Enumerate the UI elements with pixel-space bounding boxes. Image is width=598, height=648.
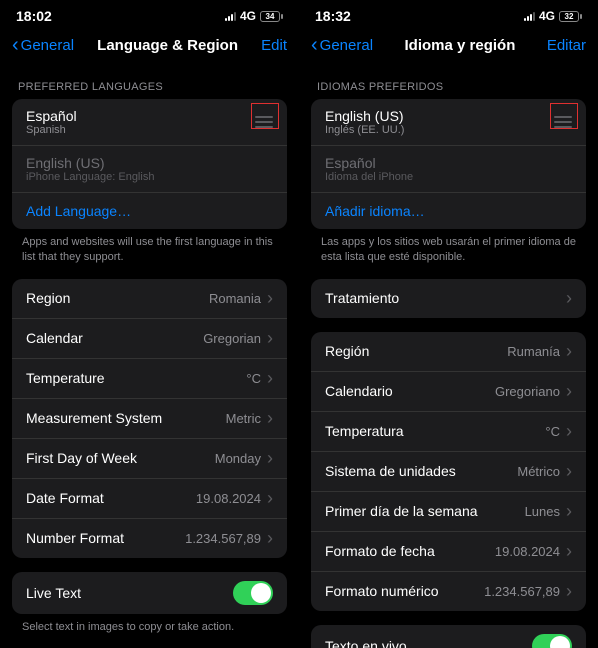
- livetext-row[interactable]: Texto en vivo: [311, 625, 586, 648]
- treatment-row[interactable]: Tratamiento›: [311, 279, 586, 318]
- status-bar: 18:02 4G 34: [0, 0, 299, 28]
- region-settings-group: RegiónRumanía› CalendarioGregoriano› Tem…: [311, 332, 586, 611]
- chevron-right-icon: ›: [267, 328, 273, 349]
- chevron-right-icon: ›: [566, 541, 572, 562]
- temperature-row[interactable]: Temperature°C›: [12, 359, 287, 399]
- chevron-right-icon: ›: [267, 368, 273, 389]
- measurement-row[interactable]: Sistema de unidadesMétrico›: [311, 452, 586, 492]
- language-name: English (US): [26, 155, 273, 171]
- language-name: English (US): [325, 108, 554, 124]
- section-header-preferred: IDIOMAS PREFERIDOS: [311, 67, 586, 99]
- chevron-right-icon: ›: [566, 288, 572, 309]
- calendar-row[interactable]: CalendarioGregoriano›: [311, 372, 586, 412]
- back-button[interactable]: ‹ General: [311, 34, 373, 57]
- back-label: General: [320, 37, 373, 54]
- livetext-toggle[interactable]: [233, 581, 273, 605]
- preferred-languages-group: Español Spanish English (US) iPhone Lang…: [12, 99, 287, 229]
- edit-button[interactable]: Editar: [547, 37, 586, 54]
- firstday-row[interactable]: First Day of WeekMonday›: [12, 439, 287, 479]
- edit-button[interactable]: Edit: [261, 37, 287, 54]
- section-header-preferred: PREFERRED LANGUAGES: [12, 67, 287, 99]
- back-button[interactable]: ‹ General: [12, 34, 74, 57]
- language-sub: Idioma del iPhone: [325, 171, 572, 183]
- preferred-footer: Apps and websites will use the first lan…: [12, 229, 287, 279]
- chevron-right-icon: ›: [566, 581, 572, 602]
- status-time: 18:32: [315, 8, 351, 24]
- chevron-right-icon: ›: [267, 488, 273, 509]
- battery-icon: 34: [260, 11, 283, 22]
- treatment-group: Tratamiento›: [311, 279, 586, 318]
- nav-bar: ‹ General Idioma y región Editar: [299, 28, 598, 67]
- chevron-right-icon: ›: [267, 528, 273, 549]
- signal-icon: [524, 11, 535, 21]
- drag-handle-icon[interactable]: [554, 116, 572, 128]
- page-title: Idioma y región: [373, 37, 547, 54]
- chevron-right-icon: ›: [566, 461, 572, 482]
- chevron-left-icon: ‹: [311, 34, 318, 57]
- chevron-right-icon: ›: [566, 381, 572, 402]
- drag-handle-icon[interactable]: [255, 116, 273, 128]
- language-row-secondary[interactable]: English (US) iPhone Language: English: [12, 146, 287, 193]
- language-row-primary[interactable]: Español Spanish: [12, 99, 287, 146]
- livetext-footer: Select text in images to copy or take ac…: [12, 614, 287, 648]
- page-title: Language & Region: [74, 37, 261, 54]
- livetext-group: Live Text: [12, 572, 287, 614]
- chevron-right-icon: ›: [566, 341, 572, 362]
- chevron-right-icon: ›: [267, 448, 273, 469]
- nav-bar: ‹ General Language & Region Edit: [0, 28, 299, 67]
- chevron-right-icon: ›: [267, 408, 273, 429]
- measurement-row[interactable]: Measurement SystemMetric›: [12, 399, 287, 439]
- language-sub: iPhone Language: English: [26, 171, 273, 183]
- language-row-primary[interactable]: English (US) Inglés (EE. UU.): [311, 99, 586, 146]
- livetext-row[interactable]: Live Text: [12, 572, 287, 614]
- calendar-row[interactable]: CalendarGregorian›: [12, 319, 287, 359]
- status-bar: 18:32 4G 32: [299, 0, 598, 28]
- dateformat-row[interactable]: Formato de fecha19.08.2024›: [311, 532, 586, 572]
- chevron-right-icon: ›: [267, 288, 273, 309]
- screen-left: 18:02 4G 34 ‹ General Language & Region …: [0, 0, 299, 648]
- language-row-secondary[interactable]: Español Idioma del iPhone: [311, 146, 586, 193]
- signal-icon: [225, 11, 236, 21]
- firstday-row[interactable]: Primer día de la semanaLunes›: [311, 492, 586, 532]
- network-label: 4G: [539, 9, 555, 23]
- dateformat-row[interactable]: Date Format19.08.2024›: [12, 479, 287, 519]
- status-indicators: 4G 32: [524, 9, 582, 23]
- status-time: 18:02: [16, 8, 52, 24]
- region-row[interactable]: RegiónRumanía›: [311, 332, 586, 372]
- content-scroll[interactable]: PREFERRED LANGUAGES Español Spanish Engl…: [0, 67, 299, 648]
- livetext-group: Texto en vivo: [311, 625, 586, 648]
- chevron-left-icon: ‹: [12, 34, 19, 57]
- temperature-row[interactable]: Temperatura°C›: [311, 412, 586, 452]
- language-name: Español: [325, 155, 572, 171]
- screen-right: 18:32 4G 32 ‹ General Idioma y región Ed…: [299, 0, 598, 648]
- preferred-footer: Las apps y los sitios web usarán el prim…: [311, 229, 586, 279]
- language-sub: Inglés (EE. UU.): [325, 124, 554, 136]
- numberformat-row[interactable]: Formato numérico1.234.567,89›: [311, 572, 586, 611]
- numberformat-row[interactable]: Number Format1.234.567,89›: [12, 519, 287, 558]
- chevron-right-icon: ›: [566, 501, 572, 522]
- region-row[interactable]: RegionRomania›: [12, 279, 287, 319]
- chevron-right-icon: ›: [566, 421, 572, 442]
- add-language-button[interactable]: Añadir idioma…: [311, 193, 586, 229]
- livetext-toggle[interactable]: [532, 634, 572, 648]
- network-label: 4G: [240, 9, 256, 23]
- status-indicators: 4G 34: [225, 9, 283, 23]
- add-language-button[interactable]: Add Language…: [12, 193, 287, 229]
- region-settings-group: RegionRomania› CalendarGregorian› Temper…: [12, 279, 287, 558]
- language-sub: Spanish: [26, 124, 255, 136]
- content-scroll[interactable]: IDIOMAS PREFERIDOS English (US) Inglés (…: [299, 67, 598, 648]
- preferred-languages-group: English (US) Inglés (EE. UU.) Español Id…: [311, 99, 586, 229]
- back-label: General: [21, 37, 74, 54]
- battery-icon: 32: [559, 11, 582, 22]
- language-name: Español: [26, 108, 255, 124]
